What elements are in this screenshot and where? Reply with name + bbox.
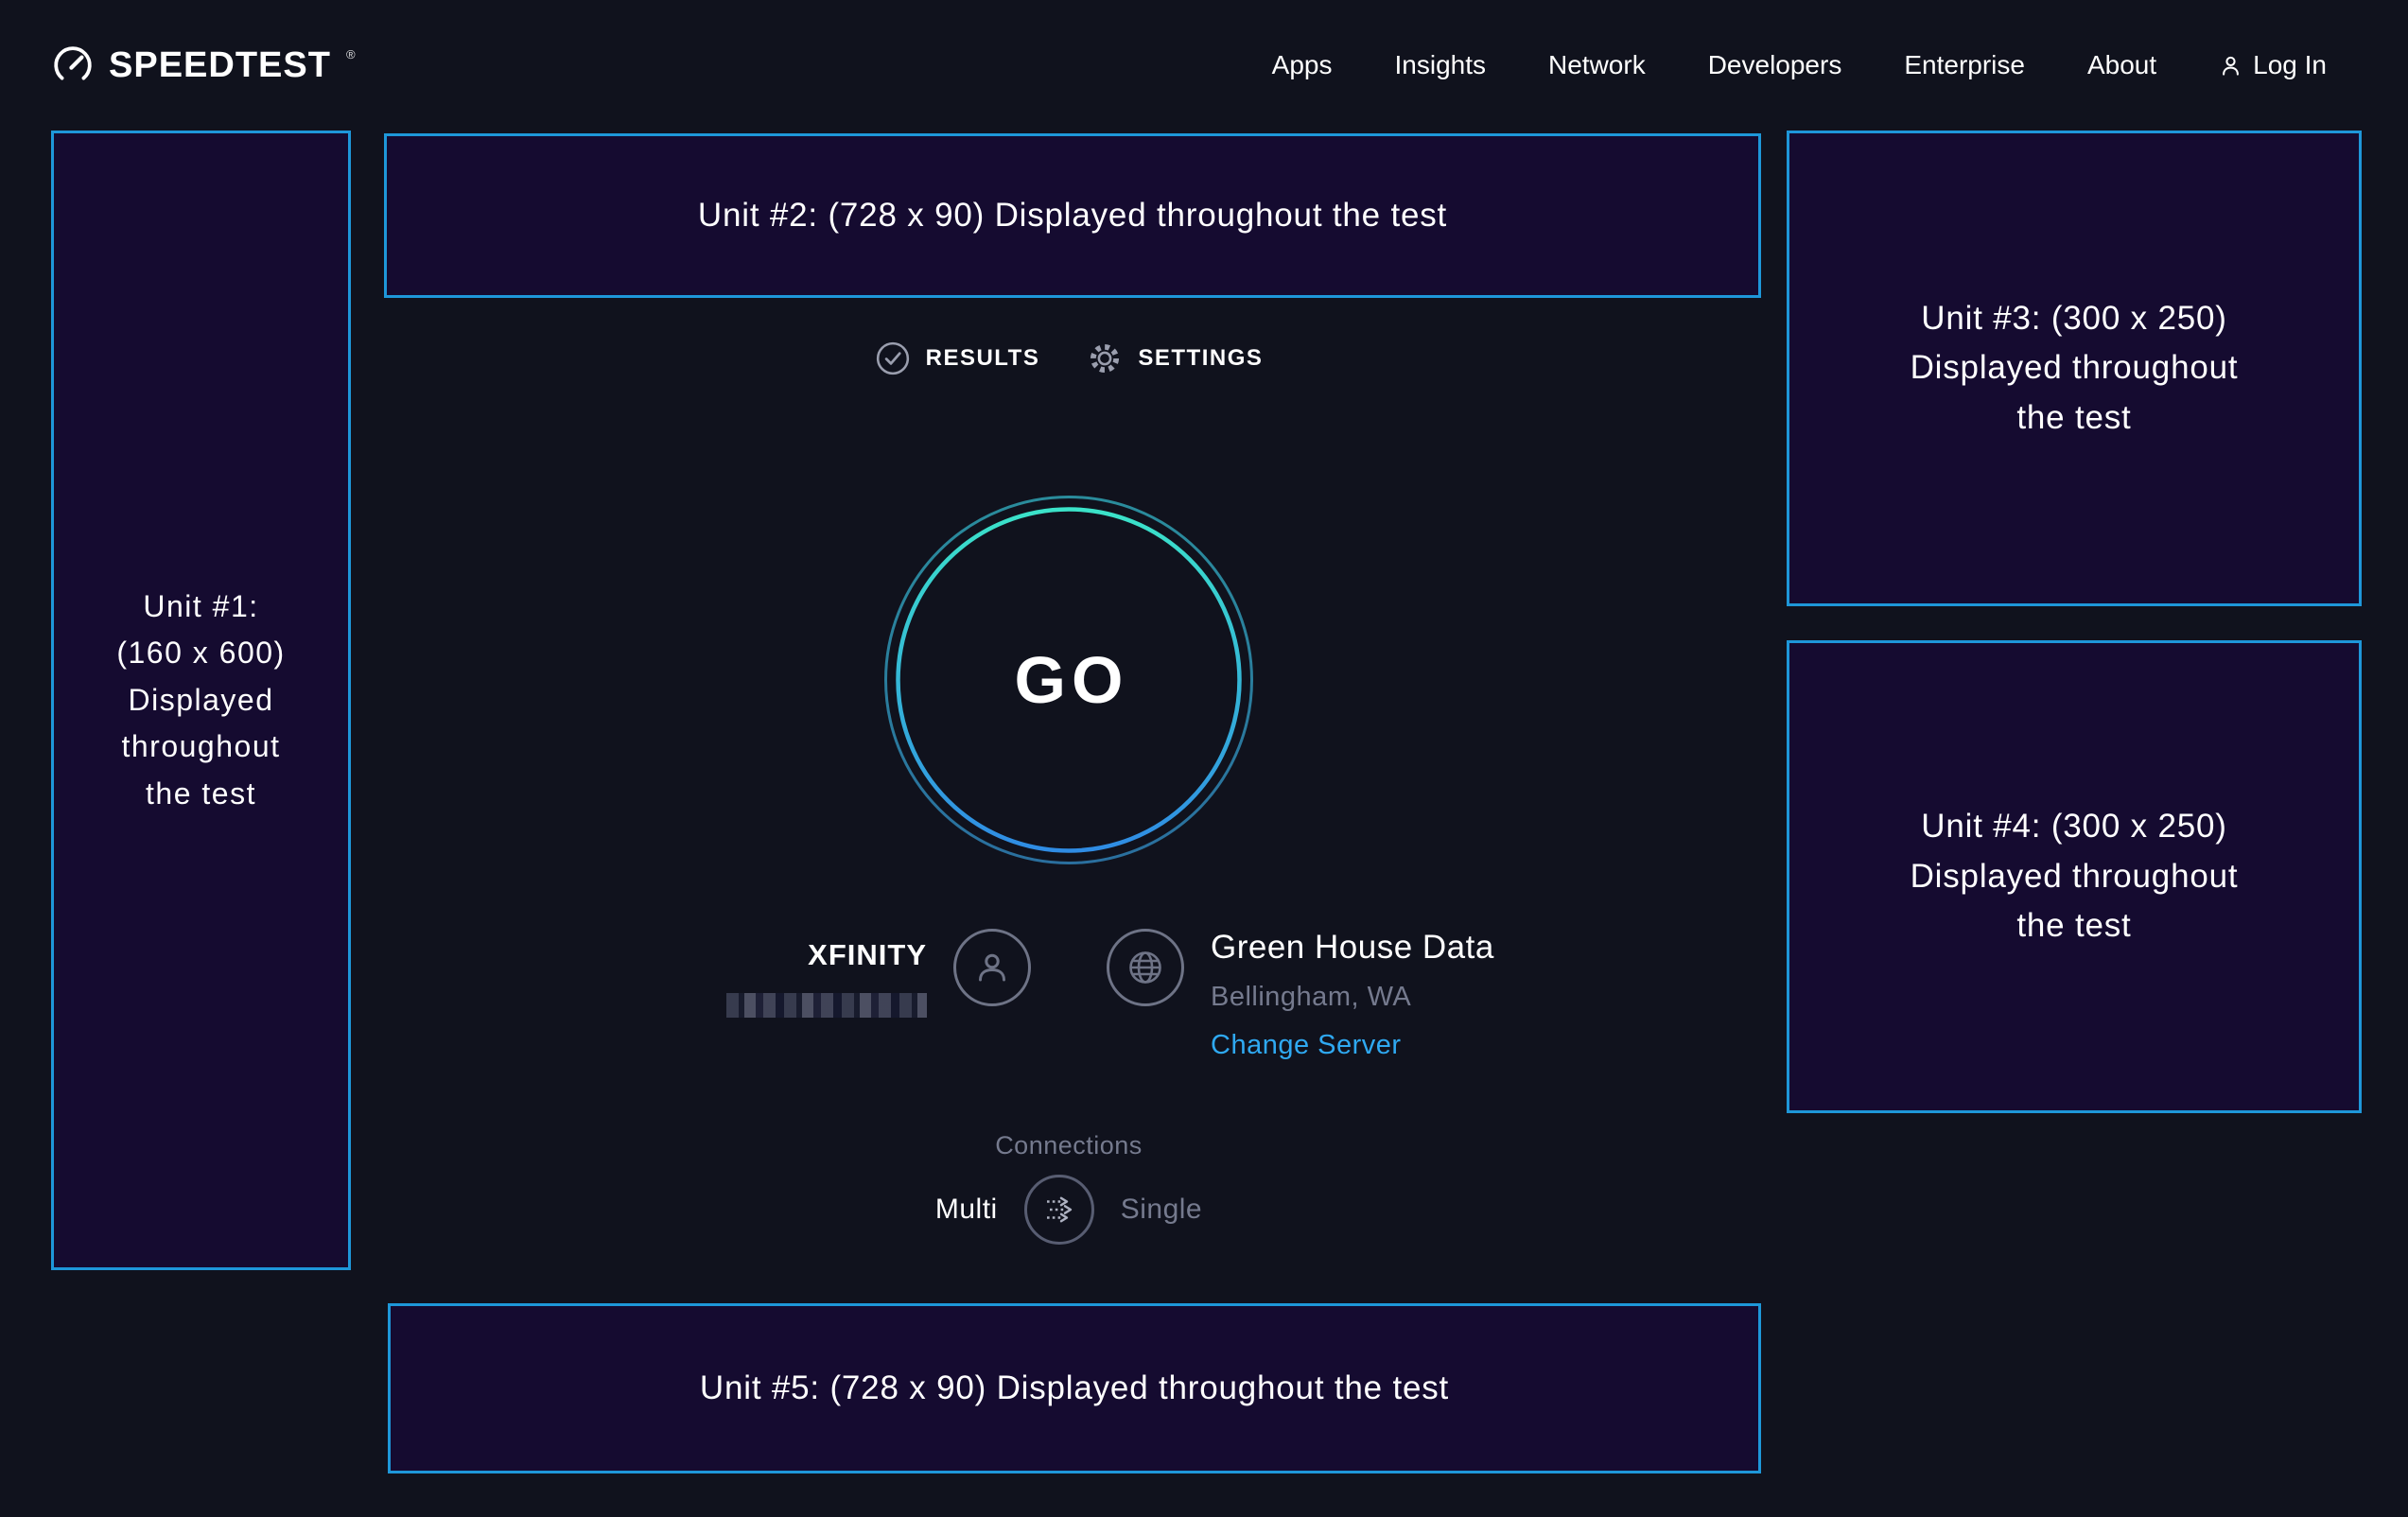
ad-text-line: Displayed throughout [1911, 343, 2239, 393]
connections-toggle-row: Multi Single [351, 1175, 1787, 1245]
logo-text: SPEEDTEST [109, 45, 331, 86]
connections-single-label[interactable]: Single [1121, 1194, 1202, 1226]
ad-text-line: Unit #3: (300 x 250) [1921, 294, 2226, 344]
check-circle-icon [875, 340, 911, 376]
ad-text-line: Displayed [128, 677, 273, 724]
tabs-row: RESULTS SETTINGS [351, 340, 1787, 376]
login-button[interactable]: Log In [2219, 50, 2327, 80]
isp-name: XFINITY [808, 938, 927, 972]
login-label: Log In [2253, 50, 2327, 80]
user-icon [2219, 54, 2242, 78]
ad-text-line: Displayed throughout [1911, 852, 2239, 902]
ad-unit-4-rectangle[interactable]: Unit #4: (300 x 250) Displayed throughou… [1787, 640, 2362, 1113]
server-location: Bellingham, WA [1211, 982, 1411, 1013]
gear-icon [1087, 340, 1123, 376]
ad-text-line: throughout [121, 724, 280, 771]
ad-text-line: the test [2016, 393, 2131, 444]
connections-multi-label[interactable]: Multi [935, 1194, 998, 1226]
connections-label: Connections [351, 1131, 1787, 1160]
go-button[interactable]: GO [883, 495, 1254, 865]
isp-block: XFINITY [351, 929, 1069, 1061]
connection-info-row: XFINITY Green House Data [351, 929, 1787, 1061]
isp-user-icon [953, 929, 1031, 1006]
speedtest-gauge-icon [52, 44, 94, 86]
nav-item-about[interactable]: About [2087, 50, 2156, 80]
ad-unit-1-skyscraper[interactable]: Unit #1: (160 x 600) Displayed throughou… [51, 131, 351, 1270]
server-block: Green House Data Bellingham, WA Change S… [1069, 929, 1787, 1061]
globe-icon [1107, 929, 1184, 1006]
ad-text-line: (160 x 600) [116, 630, 285, 677]
nav-item-enterprise[interactable]: Enterprise [1904, 50, 2025, 80]
main-content: RESULTS SETTINGS [351, 0, 1787, 1517]
tab-results[interactable]: RESULTS [875, 340, 1040, 376]
connections-toggle-button[interactable] [1024, 1175, 1094, 1245]
ad-unit-3-rectangle[interactable]: Unit #3: (300 x 250) Displayed throughou… [1787, 131, 2362, 606]
ad-text-line: the test [146, 771, 256, 818]
tab-settings[interactable]: SETTINGS [1087, 340, 1263, 376]
tab-settings-label: SETTINGS [1138, 345, 1263, 372]
isp-ip-redacted [726, 993, 927, 1018]
server-name: Green House Data [1211, 929, 1494, 967]
tab-results-label: RESULTS [926, 345, 1040, 372]
go-label: GO [883, 495, 1254, 865]
multi-arrows-icon [1040, 1191, 1078, 1229]
change-server-link[interactable]: Change Server [1211, 1030, 1402, 1061]
speedtest-logo[interactable]: SPEEDTEST ® [52, 44, 356, 86]
ad-text-line: Unit #4: (300 x 250) [1921, 802, 2226, 852]
ad-text-line: Unit #1: [143, 584, 258, 631]
ad-text-line: the test [2016, 901, 2131, 951]
